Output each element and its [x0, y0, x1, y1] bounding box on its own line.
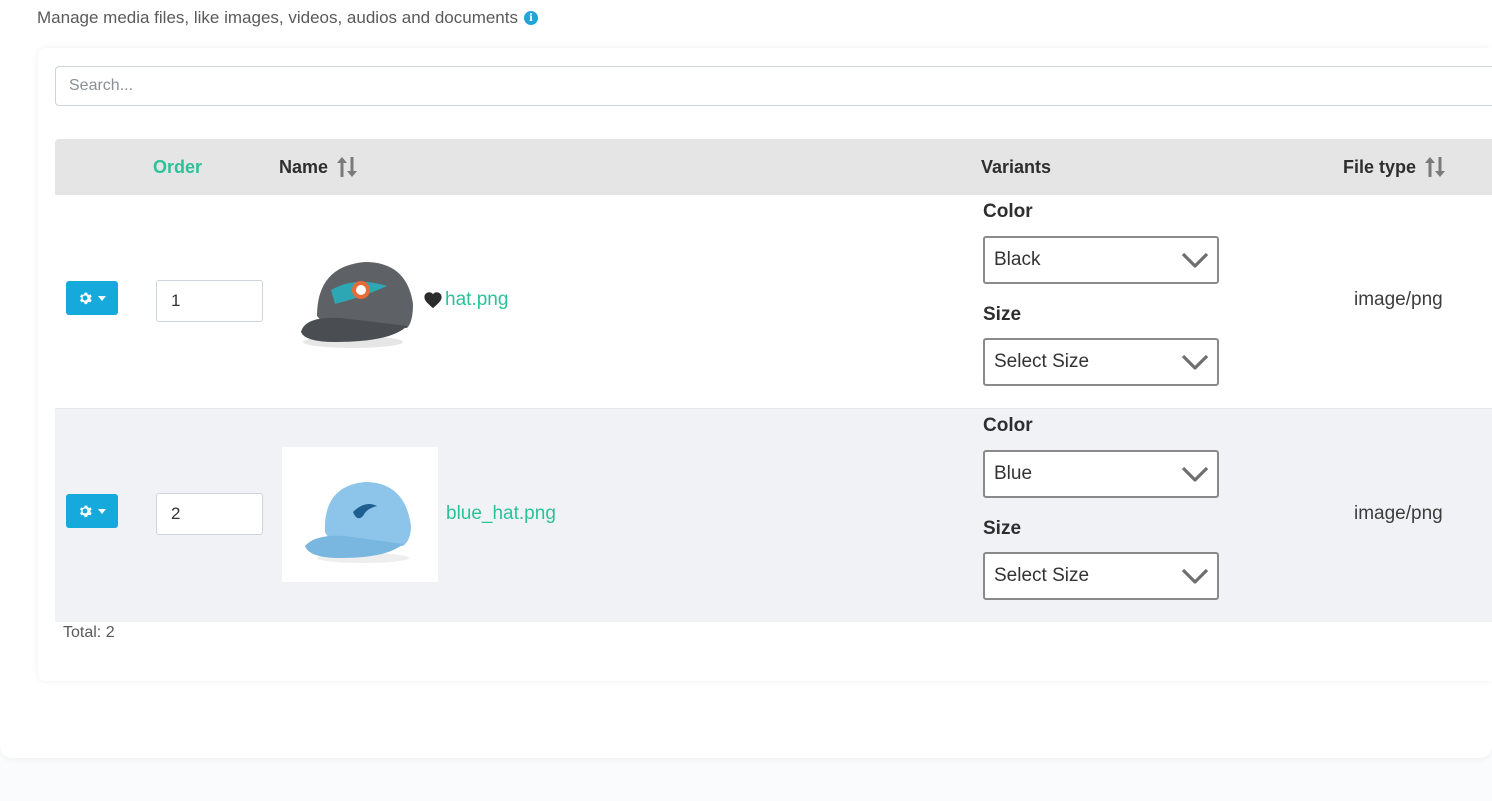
color-select[interactable]: Blue [983, 450, 1219, 498]
chevron-down-icon [1181, 252, 1209, 268]
column-header-name[interactable]: Name [279, 139, 358, 195]
chevron-down-icon [1181, 466, 1209, 482]
search-input[interactable] [55, 66, 1492, 106]
media-table: Order Name Variants File type 1 hat.png … [55, 139, 1492, 622]
variant-label-size: Size [983, 518, 1022, 539]
variant-label-color: Color [983, 201, 1033, 222]
variant-label-size: Size [983, 304, 1022, 325]
caret-down-icon [98, 295, 106, 301]
color-select[interactable]: Black [983, 236, 1219, 284]
subtitle-text: Manage media files, like images, videos,… [37, 8, 518, 27]
file-name-link[interactable]: hat.png [423, 289, 508, 311]
cap-image-icon [301, 261, 413, 348]
chevron-down-icon [1181, 568, 1209, 584]
table-row: blue_hat.png Color Blue Size Select Size… [55, 408, 1492, 622]
file-name-link[interactable]: blue_hat.png [446, 503, 556, 525]
file-thumbnail [282, 447, 438, 582]
column-header-order[interactable]: Order [153, 139, 202, 195]
order-input[interactable] [156, 280, 263, 322]
media-card: Order Name Variants File type [38, 48, 1492, 681]
sort-icon[interactable] [1424, 155, 1446, 179]
cap-image-icon [305, 481, 411, 563]
gear-icon [80, 292, 92, 305]
sort-icon[interactable] [336, 155, 358, 179]
column-header-variants: Variants [981, 156, 1052, 177]
heart-icon[interactable] [423, 291, 443, 309]
variant-label-color: Color [983, 415, 1033, 436]
chevron-down-icon [1181, 354, 1209, 370]
file-type-value: image/png [1354, 503, 1443, 524]
row-actions-button[interactable] [66, 281, 118, 315]
total-count: Total: 2 [63, 624, 115, 641]
gear-icon [80, 505, 92, 518]
size-select[interactable]: Select Size [983, 338, 1219, 386]
info-icon[interactable]: i [524, 11, 538, 25]
caret-down-icon [98, 508, 106, 514]
size-select[interactable]: Select Size [983, 552, 1219, 600]
file-thumbnail [282, 233, 438, 368]
file-type-value: image/png [1354, 289, 1443, 310]
column-header-file-type[interactable]: File type [1343, 139, 1446, 195]
order-input[interactable] [156, 493, 263, 535]
table-header: Order Name Variants File type [55, 139, 1492, 195]
page-subtitle: Manage media files, like images, videos,… [37, 8, 538, 28]
table-row: hat.png Color Black Size Select Size ima… [55, 195, 1492, 408]
row-actions-button[interactable] [66, 494, 118, 528]
page-panel: Manage media files, like images, videos,… [0, 0, 1492, 758]
